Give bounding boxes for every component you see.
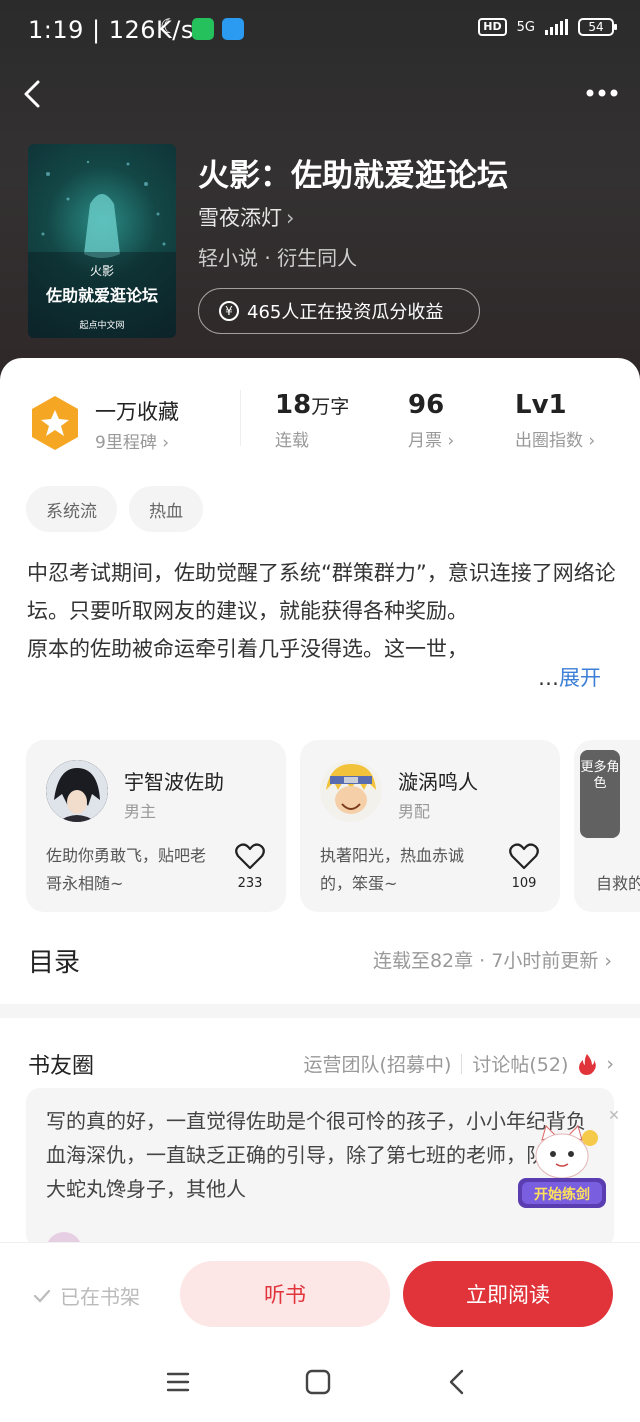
menu-icon[interactable] bbox=[162, 1366, 194, 1398]
character-quote: 执著阳光，热血赤诚的，笨蛋~ bbox=[320, 846, 465, 893]
author-link[interactable]: 雪夜添灯 › bbox=[198, 202, 294, 232]
character-card[interactable]: 宇智波佐助 男主 佐助你勇敢飞，贴吧老哥永相随~ 233 bbox=[26, 740, 286, 912]
character-role: 男主 bbox=[124, 802, 157, 821]
chevron-right-icon: › bbox=[286, 206, 295, 230]
divider bbox=[240, 390, 241, 446]
flame-icon bbox=[579, 1053, 597, 1075]
cover-subtitle: 火影 bbox=[89, 264, 114, 278]
serial-status: 连载 bbox=[275, 431, 309, 451]
popularity-label: 出圈指数 bbox=[515, 431, 583, 451]
tag-chip[interactable]: 热血 bbox=[129, 486, 203, 532]
chevron-right-icon: › bbox=[588, 431, 596, 451]
cover-art bbox=[28, 160, 176, 338]
collect-count: 一万收藏 bbox=[95, 400, 179, 424]
more-options-button[interactable] bbox=[582, 78, 622, 108]
avatar-art bbox=[46, 760, 108, 822]
avatar bbox=[320, 760, 382, 822]
tag-chip[interactable]: 系统流 bbox=[26, 486, 117, 532]
like-count: 109 bbox=[511, 876, 537, 891]
avatar bbox=[46, 760, 108, 822]
monthly-ticket-label: 月票 bbox=[408, 431, 442, 451]
like-button[interactable]: 233 bbox=[232, 842, 268, 891]
book-title: 火影：佐助就爱逛论坛 bbox=[198, 158, 508, 194]
invest-button[interactable]: ¥ 465人正在投资瓜分收益 bbox=[198, 288, 480, 334]
monthly-ticket-value: 96 bbox=[408, 390, 445, 420]
wechat-icon bbox=[192, 18, 214, 40]
toc-status: 连载至82章 · 7小时前更新 bbox=[372, 950, 599, 972]
character-quote: 自救的 bbox=[596, 874, 640, 893]
back-arrow-icon bbox=[24, 80, 40, 108]
tag-list: 系统流 热血 bbox=[26, 486, 203, 532]
like-count: 233 bbox=[237, 876, 263, 891]
moon-icon: ☾ bbox=[160, 14, 178, 38]
book-genre: 轻小说 · 衍生同人 bbox=[198, 246, 358, 270]
hd-badge: HD bbox=[478, 18, 507, 36]
back-icon[interactable] bbox=[442, 1366, 474, 1398]
chevron-right-icon: › bbox=[606, 1052, 614, 1075]
character-quote: 佐助你勇敢飞，贴吧老哥永相随~ bbox=[46, 846, 207, 893]
section-divider bbox=[0, 1004, 640, 1018]
battery-icon: 54 bbox=[578, 18, 617, 36]
heart-icon bbox=[235, 843, 265, 870]
character-name: 宇智波佐助 bbox=[124, 770, 224, 794]
expand-label: 展开 bbox=[559, 666, 601, 690]
yen-icon: ¥ bbox=[219, 301, 239, 321]
check-icon bbox=[33, 1289, 51, 1303]
back-button[interactable] bbox=[16, 74, 56, 114]
chevron-right-icon: › bbox=[604, 950, 612, 972]
cover-title: 佐助就爱逛论坛 bbox=[45, 286, 158, 305]
popularity-level: Lv1 bbox=[515, 390, 567, 420]
word-count-value: 18 bbox=[275, 390, 312, 420]
monthly-ticket-stat[interactable]: 96 月票 › bbox=[408, 390, 454, 451]
toc-link[interactable]: 连载至82章 · 7小时前更新 › bbox=[373, 946, 612, 973]
network-label: 5G bbox=[516, 19, 535, 35]
expand-description-button[interactable]: …展开 bbox=[536, 662, 601, 692]
book-circle-title: 书友圈 bbox=[28, 1054, 95, 1079]
milestone-link[interactable]: 9里程碑 › bbox=[95, 428, 169, 453]
more-characters-button[interactable]: 更多角色 bbox=[580, 750, 620, 838]
listen-button[interactable]: 听书 bbox=[180, 1261, 390, 1327]
character-role: 男配 bbox=[398, 802, 431, 821]
read-now-button[interactable]: 立即阅读 bbox=[403, 1261, 613, 1327]
book-description: 中忍考试期间，佐助觉醒了系统“群策群力”，意识连接了网络论坛。只要听取网友的建议… bbox=[27, 561, 616, 661]
system-nav-bar bbox=[0, 1342, 640, 1422]
character-name: 漩涡鸣人 bbox=[398, 770, 478, 794]
signal-icon bbox=[545, 19, 568, 35]
character-carousel[interactable]: 宇智波佐助 男主 佐助你勇敢飞，贴吧老哥永相随~ 233 漩涡鸣人 男配 执著阳… bbox=[26, 740, 640, 912]
chevron-right-icon: › bbox=[447, 431, 455, 451]
character-card[interactable]: 漩涡鸣人 男配 执著阳光，热血赤诚的，笨蛋~ 109 bbox=[300, 740, 560, 912]
promo-banner-label: 开始练剑 bbox=[534, 1187, 590, 1203]
author-name: 雪夜添灯 bbox=[198, 206, 282, 230]
invest-label: 465人正在投资瓜分收益 bbox=[247, 302, 444, 323]
ops-team-link[interactable]: 运营团队(招募中) bbox=[304, 1050, 452, 1077]
like-button[interactable]: 109 bbox=[506, 842, 542, 891]
in-bookshelf-label: 已在书架 bbox=[60, 1285, 140, 1309]
avatar-art bbox=[320, 760, 382, 822]
divider bbox=[461, 1053, 463, 1074]
toc-title: 目录 bbox=[28, 948, 81, 978]
popularity-stat[interactable]: Lv1 出圈指数 › bbox=[515, 390, 595, 451]
cover-publisher: 起点中文网 bbox=[79, 321, 125, 331]
heart-icon bbox=[509, 843, 539, 870]
cloud-app-icon bbox=[222, 18, 244, 40]
bottom-action-bar: 已在书架 听书 立即阅读 bbox=[0, 1242, 640, 1342]
ellipsis: … bbox=[538, 666, 559, 690]
stats-row: 一万收藏 9里程碑 › 18万字 连载 96 月票 › Lv1 出圈指数 › bbox=[0, 390, 640, 470]
book-cover[interactable]: 火影 佐助就爱逛论坛 起点中文网 bbox=[28, 144, 176, 338]
word-count-unit: 万字 bbox=[311, 396, 350, 418]
chevron-right-icon: › bbox=[162, 433, 170, 453]
home-icon[interactable] bbox=[302, 1366, 334, 1398]
milestone-label: 9里程碑 bbox=[95, 433, 157, 453]
discussion-link[interactable]: 讨论帖(52) bbox=[472, 1050, 568, 1077]
status-bar: 1:19 | 126K/s ☾ HD 5G 54 bbox=[0, 0, 640, 62]
more-dots-icon bbox=[586, 89, 618, 97]
promo-mascot[interactable]: 开始练剑 bbox=[512, 1120, 612, 1216]
in-bookshelf-status: 已在书架 bbox=[32, 1281, 140, 1310]
star-medal-icon bbox=[32, 396, 78, 450]
word-count-stat: 18万字 连载 bbox=[275, 390, 349, 451]
book-circle-links[interactable]: 运营团队(招募中) 讨论帖(52) › bbox=[304, 1050, 614, 1077]
